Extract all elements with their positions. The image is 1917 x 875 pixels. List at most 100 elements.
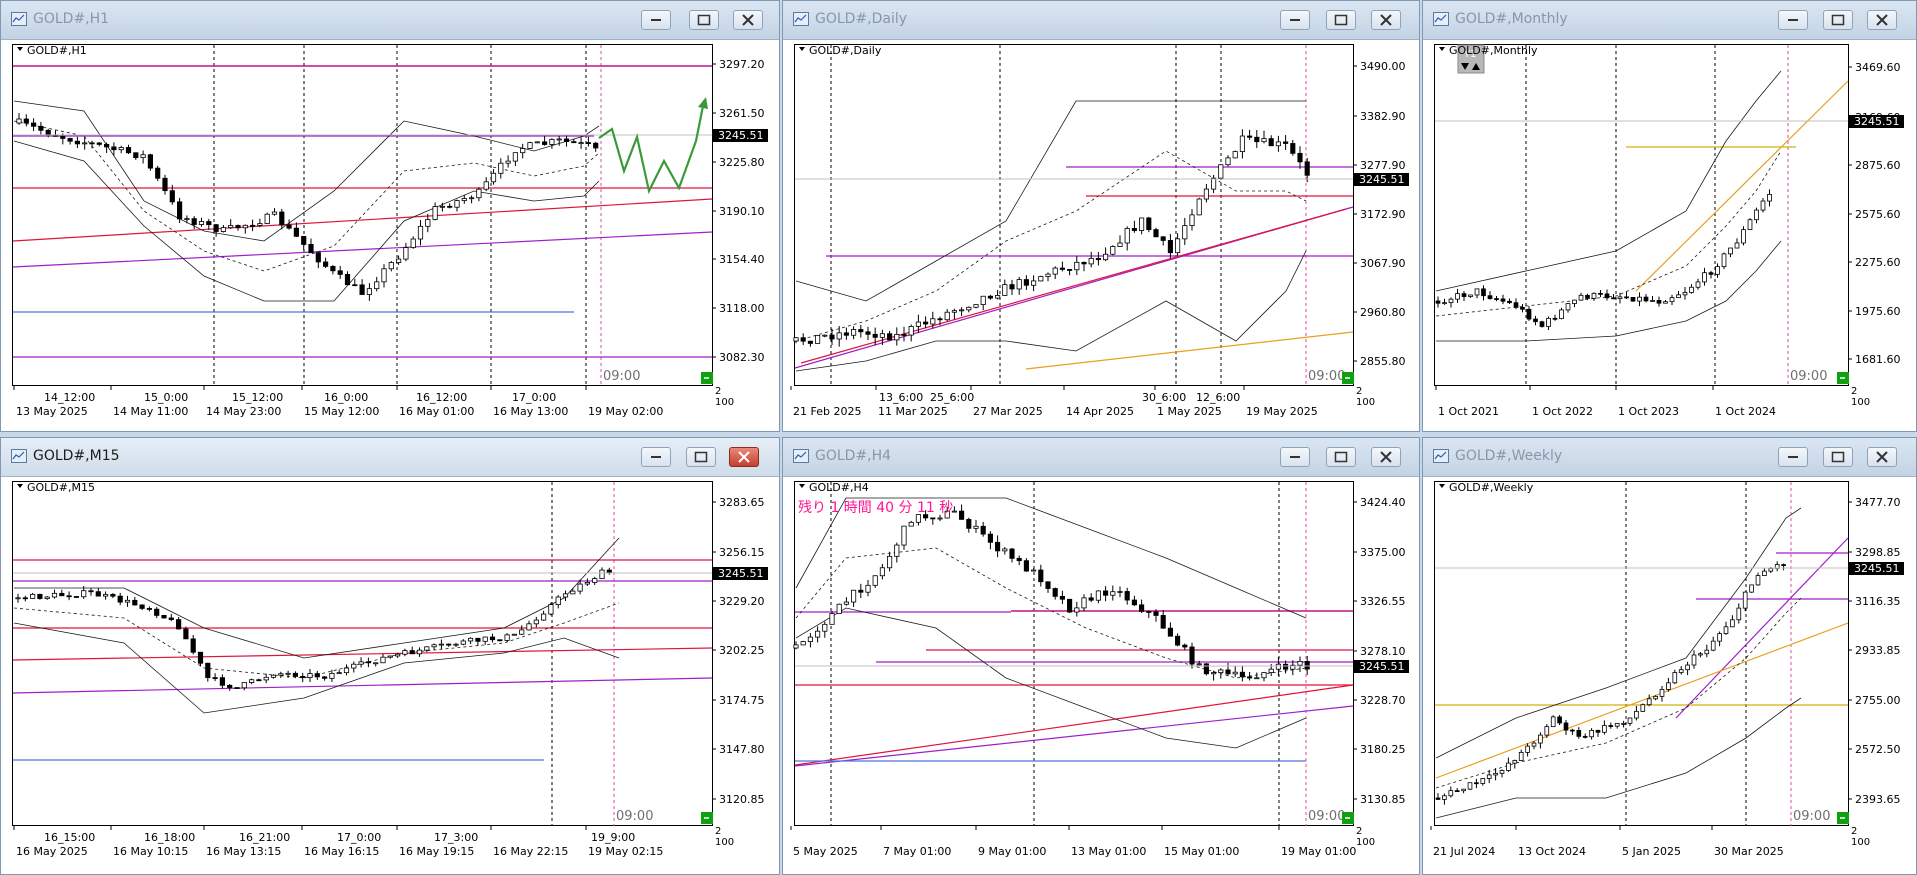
titlebar[interactable]: GOLD#,H1 <box>1 1 779 40</box>
candle <box>227 684 233 688</box>
plot-area[interactable] <box>1434 44 1849 386</box>
chart-window-daily[interactable]: GOLD#,Daily GOLD#,Daily 3490.00 3382.90 327… <box>782 0 1420 432</box>
period-separator-label: 25_6:00 <box>930 391 974 404</box>
candle <box>206 221 212 226</box>
candle <box>1672 672 1678 684</box>
candle <box>270 674 277 678</box>
candle <box>132 599 138 606</box>
close-button[interactable] <box>733 10 763 30</box>
candle <box>908 521 914 527</box>
candle <box>1747 219 1753 231</box>
candle <box>30 593 36 599</box>
candle <box>520 148 526 154</box>
price-chart-weekly[interactable]: GOLD#,Weekly 3477.70 3298.85 3116.35 2933.85… <box>1426 478 1913 872</box>
time-tick-label: 1 Oct 2023 <box>1618 405 1679 418</box>
candle <box>1557 716 1562 724</box>
candle <box>96 142 102 145</box>
window-title: GOLD#,H1 <box>33 11 110 27</box>
candle <box>1526 308 1532 320</box>
titlebar[interactable]: GOLD#,Weekly <box>1423 438 1916 477</box>
chart-window-m15[interactable]: GOLD#,M15 GOLD#,M15 3283.65 3256.15 3229.20… <box>0 437 780 875</box>
candle <box>482 636 488 642</box>
price-chart-h1[interactable]: GOLD#,H1 3297.20 3261.50 3225.80 3190.10 3154… <box>4 41 776 429</box>
price-chart-monthly[interactable]: Y1GOLD#,Monthly3469.603169.602875.602575… <box>1426 41 1913 429</box>
minimize-button[interactable] <box>1280 447 1310 467</box>
candle <box>526 623 532 631</box>
titlebar[interactable]: GOLD#,M15 <box>1 438 779 477</box>
session-time-label: 09:00 <box>616 809 653 824</box>
candle <box>271 211 278 215</box>
price-chart-m15[interactable]: GOLD#,M15 3283.65 3256.15 3229.20 3202.25 317… <box>4 478 776 872</box>
chart-window-monthly[interactable]: GOLD#,Monthly Y1GOLD#,Monthly3469.603169… <box>1422 0 1917 432</box>
time-tick-label: 19 May 02:00 <box>588 405 663 418</box>
scale-label: 100 <box>1851 397 1870 408</box>
period-separator-label: 17_3:00 <box>434 831 478 844</box>
candle <box>1254 136 1260 143</box>
plot-area[interactable] <box>794 481 1354 826</box>
minimize-button[interactable] <box>1778 447 1808 467</box>
candle <box>1283 663 1289 670</box>
close-button[interactable] <box>1867 10 1897 30</box>
minimize-button[interactable] <box>1778 10 1808 30</box>
candle <box>527 142 533 149</box>
candle <box>1081 261 1087 265</box>
candle <box>1052 267 1058 275</box>
maximize-button[interactable] <box>686 447 716 467</box>
candle <box>168 617 174 621</box>
titlebar[interactable]: GOLD#,Daily <box>783 1 1419 40</box>
price-tick-label: 3297.20 <box>719 58 765 71</box>
candle <box>951 310 957 313</box>
close-button[interactable] <box>729 447 759 467</box>
minimize-button[interactable] <box>641 447 671 467</box>
close-button[interactable] <box>1867 447 1897 467</box>
maximize-button[interactable] <box>1823 10 1853 30</box>
time-tick-label: 15 May 12:00 <box>304 405 379 418</box>
maximize-button[interactable] <box>1326 10 1356 30</box>
candle <box>1656 300 1662 304</box>
titlebar[interactable]: GOLD#,H4 <box>783 438 1419 477</box>
candle <box>1760 200 1766 211</box>
candle <box>74 140 80 145</box>
candle <box>1563 722 1569 731</box>
session-time-label: 09:00 <box>1793 809 1830 824</box>
candle <box>980 295 986 305</box>
maximize-button[interactable] <box>1823 447 1853 467</box>
candle <box>476 188 482 199</box>
price-chart-daily[interactable]: GOLD#,Daily 3490.00 3382.90 3277.90 3172.90 3… <box>786 41 1416 429</box>
current-price-value: 3245.51 <box>1359 660 1405 673</box>
candle <box>1578 294 1584 301</box>
candle <box>1254 677 1260 680</box>
time-tick-label: 13 Oct 2024 <box>1518 845 1586 858</box>
candle <box>1139 604 1145 612</box>
candle <box>1715 266 1720 275</box>
candle <box>1487 295 1493 299</box>
candle <box>257 223 263 226</box>
close-button[interactable] <box>1371 10 1401 30</box>
chart-window-h4[interactable]: GOLD#,H4 残り 1 時間 40 分 11 秒 GOLD#,H4 3424.4… <box>782 437 1420 875</box>
minimize-button[interactable] <box>641 10 671 30</box>
plot-area[interactable] <box>794 44 1354 386</box>
minimize-icon <box>1290 456 1300 458</box>
candle <box>995 541 1001 552</box>
candle <box>1268 668 1274 673</box>
price-tick-label: 2755.00 <box>1855 694 1901 707</box>
candle <box>1730 619 1735 628</box>
candle <box>336 672 342 675</box>
minimize-button[interactable] <box>1280 10 1310 30</box>
close-button[interactable] <box>1371 447 1401 467</box>
chart-window-h1[interactable]: GOLD#,H1 GOLD#,H1 3297.20 3261.50 3225.80 31… <box>0 0 780 432</box>
candle <box>146 608 152 610</box>
candle <box>511 633 517 636</box>
maximize-button[interactable] <box>689 10 719 30</box>
price-chart-h4[interactable]: 残り 1 時間 40 分 11 秒 GOLD#,H4 3424.40 3375.00 3… <box>786 478 1416 872</box>
candle <box>140 154 146 159</box>
candle <box>533 619 539 625</box>
candle <box>380 656 386 664</box>
candle <box>388 262 394 270</box>
maximize-button[interactable] <box>1326 447 1356 467</box>
candle <box>469 197 475 200</box>
candle <box>1196 198 1202 216</box>
chart-window-weekly[interactable]: GOLD#,Weekly GOLD#,Weekly 3477.70 3298.85 3… <box>1422 437 1917 875</box>
titlebar[interactable]: GOLD#,Monthly <box>1423 1 1916 40</box>
plot-area[interactable] <box>12 44 713 386</box>
